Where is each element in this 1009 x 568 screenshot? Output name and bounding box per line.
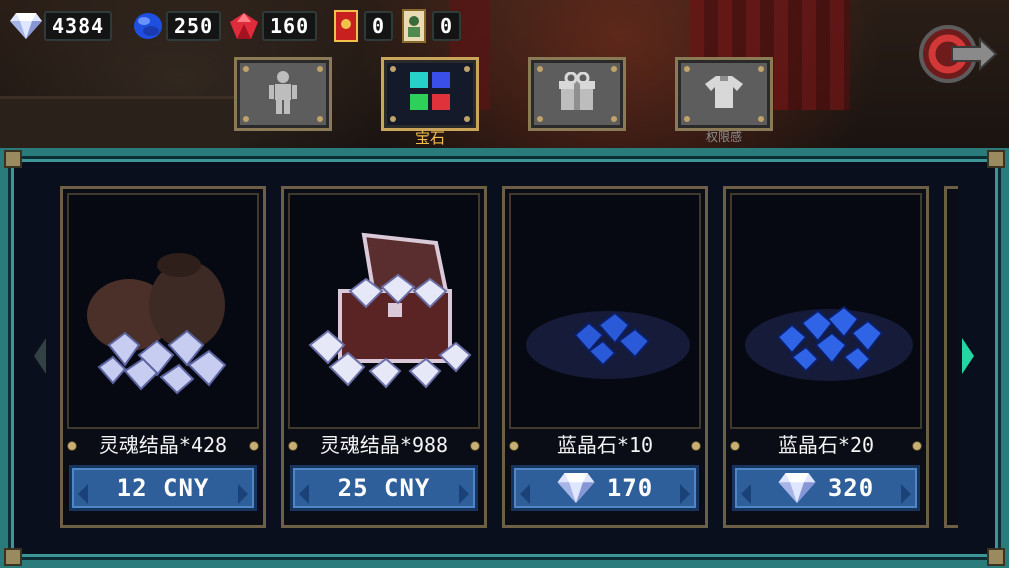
gift-box-icon <box>557 71 597 116</box>
back-button[interactable] <box>918 24 998 88</box>
currency-sapphire: 250 <box>132 8 222 44</box>
red-envelope-count: 0 <box>364 11 394 41</box>
price-label: 12 CNY <box>116 474 210 502</box>
diamond-icon <box>10 10 42 42</box>
next-card-peek <box>944 186 958 528</box>
shop-item-card[interactable]: 灵魂结晶*428 12 CNY <box>60 186 266 528</box>
soul-crystal-bag-icon <box>87 253 227 395</box>
tab-gems-label: 宝石 <box>414 129 445 147</box>
buy-button[interactable]: 25 CNY <box>290 465 478 511</box>
currency-diamond: 4384 <box>10 8 113 44</box>
shirt-icon <box>704 74 744 114</box>
shop-item-card[interactable]: 灵魂结晶*988 25 CNY <box>281 186 487 528</box>
red-envelope-icon <box>330 10 362 42</box>
portrait-card-icon <box>398 9 430 43</box>
red-gem-icon <box>228 10 260 42</box>
ruby-count: 160 <box>262 11 318 41</box>
blue-crystal-large-pile-icon <box>745 305 913 381</box>
tab-outfits[interactable] <box>675 57 773 131</box>
previous-page-arrow[interactable] <box>34 338 46 374</box>
panel-corner <box>987 548 1005 566</box>
soul-crystal-chest-icon <box>308 232 472 389</box>
diamond-icon <box>557 473 595 503</box>
tab-gems[interactable] <box>381 57 479 131</box>
panel-corner <box>4 150 22 168</box>
currency-ruby: 160 <box>228 8 318 44</box>
item-name: 灵魂结晶*428 <box>98 433 228 457</box>
price-label: 25 CNY <box>337 474 431 502</box>
buy-button[interactable]: 12 CNY <box>69 465 257 511</box>
blue-crystal-small-pile-icon <box>526 311 690 379</box>
shop-item-card[interactable]: 蓝晶石*10 170 <box>502 186 708 528</box>
buy-button[interactable]: 170 <box>511 465 699 511</box>
tab-gifts[interactable] <box>528 57 626 131</box>
item-art-frame <box>288 193 480 429</box>
price-label: 320 <box>827 474 875 502</box>
card-count: 0 <box>432 11 462 41</box>
panel-corner <box>4 548 22 566</box>
next-page-arrow[interactable] <box>962 338 974 374</box>
shop-item-card[interactable]: 蓝晶石*20 320 <box>723 186 929 528</box>
diamond-count: 4384 <box>44 11 113 41</box>
sapphire-count: 250 <box>166 11 222 41</box>
tab-outfits-label: 权限感 <box>705 130 742 144</box>
gems-icon <box>408 70 452 118</box>
price-label: 170 <box>606 474 654 502</box>
character-icon <box>268 70 298 118</box>
shelf <box>0 96 240 151</box>
currency-card: 0 <box>398 8 462 44</box>
tab-character[interactable] <box>234 57 332 131</box>
diamond-icon <box>778 473 816 503</box>
item-name: 蓝晶石*10 <box>556 433 654 457</box>
item-art-frame <box>67 193 259 429</box>
panel-corner <box>987 150 1005 168</box>
item-name: 灵魂结晶*988 <box>319 433 449 457</box>
blue-gem-icon <box>132 10 164 42</box>
back-arrow-icon <box>918 23 998 89</box>
item-art-frame <box>730 193 922 429</box>
buy-button[interactable]: 320 <box>732 465 920 511</box>
currency-red-envelope: 0 <box>330 8 394 44</box>
item-art-frame <box>509 193 701 429</box>
item-name: 蓝晶石*20 <box>777 433 875 457</box>
